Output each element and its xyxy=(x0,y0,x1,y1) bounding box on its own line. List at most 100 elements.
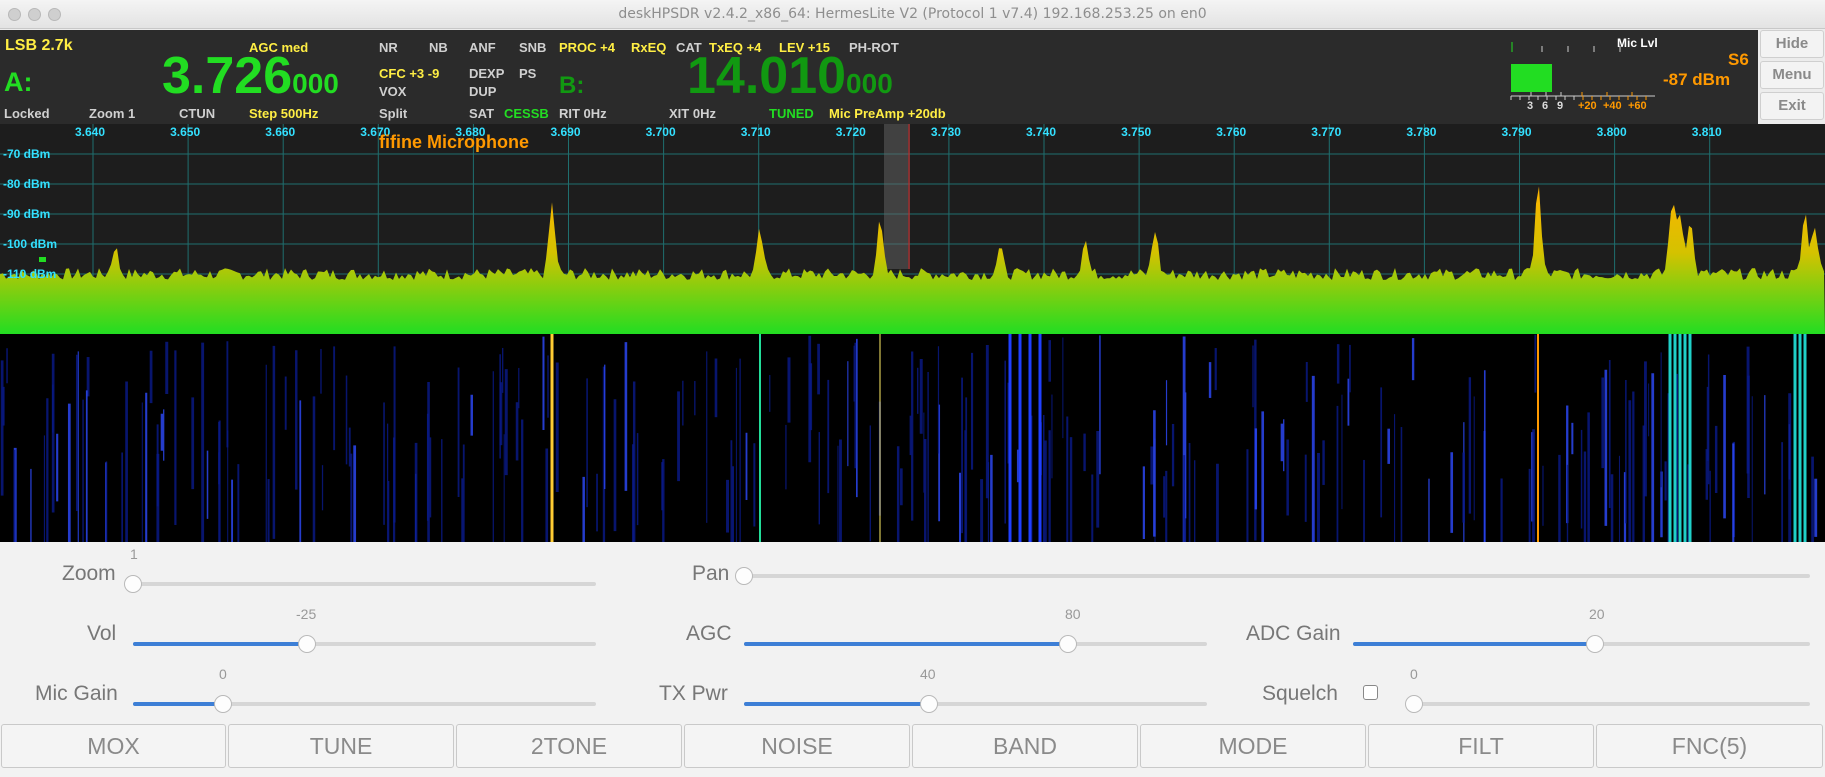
tx-power-slider-knob[interactable] xyxy=(920,695,939,713)
band-button[interactable]: BAND xyxy=(912,724,1138,768)
freq-tick-label: 3.760 xyxy=(1216,125,1246,139)
mic-source-label: fifine Microphone xyxy=(379,132,529,152)
meter-scale-label: 3 xyxy=(1527,100,1533,112)
agc-slider[interactable] xyxy=(744,635,1207,653)
tune-button[interactable]: TUNE xyxy=(228,724,454,768)
exit-button[interactable]: Exit xyxy=(1760,92,1824,120)
sat-status[interactable]: SAT xyxy=(469,106,494,122)
split-status[interactable]: Split xyxy=(379,106,407,122)
adc-gain-value: 20 xyxy=(1589,606,1605,622)
mic-gain-label: Mic Gain xyxy=(35,682,118,705)
rit-status[interactable]: RIT 0Hz xyxy=(559,106,607,122)
vfo-b-label: B: xyxy=(559,72,585,99)
tx-power-label: TX Pwr xyxy=(659,682,728,705)
rx-filter-passband xyxy=(884,124,910,269)
freq-tick-label: 3.700 xyxy=(646,125,676,139)
step-status[interactable]: Step 500Hz xyxy=(249,106,318,122)
nr-status[interactable]: NR xyxy=(379,40,398,56)
controls-panel: Zoom 1 Pan Vol -25 AGC 80 ADC Gain 20 Mi… xyxy=(0,542,1825,732)
freq-tick-label: 3.650 xyxy=(170,125,200,139)
dexp-status[interactable]: DEXP xyxy=(469,66,504,82)
adc-gain-label: ADC Gain xyxy=(1246,622,1341,645)
freq-tick-label: 3.790 xyxy=(1502,125,1532,139)
snb-status[interactable]: SNB xyxy=(519,40,546,56)
spectrum-trace xyxy=(0,186,1825,334)
squelch-value: 0 xyxy=(1410,666,1418,682)
noise-button[interactable]: NOISE xyxy=(684,724,910,768)
vox-status[interactable]: VOX xyxy=(379,84,406,100)
mic-gain-value: 0 xyxy=(219,666,227,682)
mox-button[interactable]: MOX xyxy=(1,724,226,768)
meter-scale-label: +40 xyxy=(1603,100,1622,112)
xit-status[interactable]: XIT 0Hz xyxy=(669,106,716,122)
freq-tick-label: 3.720 xyxy=(836,125,866,139)
db-tick-label: -70 dBm xyxy=(3,147,50,161)
vfo-b-frequency[interactable]: 14.010000 xyxy=(687,50,893,102)
pan-slider[interactable] xyxy=(735,567,1810,585)
squelch-slider-knob[interactable] xyxy=(1405,695,1423,713)
squelch-checkbox[interactable] xyxy=(1363,685,1378,700)
vol-label: Vol xyxy=(87,622,117,645)
freq-tick-label: 3.750 xyxy=(1121,125,1151,139)
adc-gain-slider[interactable] xyxy=(1353,635,1810,653)
pan-label: Pan xyxy=(692,562,730,585)
meter-level-bar xyxy=(1511,64,1552,92)
meter-scale-label: +20 xyxy=(1578,100,1597,112)
vfo-panel[interactable]: LSB 2.7k AGC med A: 3.726000 Locked Zoom… xyxy=(0,30,1758,124)
meter-scale-label: +60 xyxy=(1628,100,1647,112)
vfo-a-frequency[interactable]: 3.726000 xyxy=(162,50,339,102)
squelch-label: Squelch xyxy=(1262,682,1338,705)
squelch-slider[interactable] xyxy=(1405,695,1810,713)
dbm-readout: -87 dBm xyxy=(1663,70,1731,89)
mode-filter-label[interactable]: LSB 2.7k xyxy=(5,38,73,54)
cfc-status[interactable]: CFC +3 -9 xyxy=(379,66,439,82)
agc-slider-knob[interactable] xyxy=(1059,635,1078,653)
mic-gain-slider-knob[interactable] xyxy=(214,695,233,713)
zoom-slider-knob[interactable] xyxy=(124,575,142,593)
zoom-value: 1 xyxy=(130,546,138,562)
zoom-status[interactable]: Zoom 1 xyxy=(89,106,135,122)
zoom-slider[interactable] xyxy=(124,575,596,593)
pan-slider-knob[interactable] xyxy=(735,567,753,585)
db-tick-label: -80 dBm xyxy=(3,177,50,191)
noise-floor-marker xyxy=(39,257,46,262)
hide-button[interactable]: Hide xyxy=(1760,30,1824,58)
freq-tick-label: 3.690 xyxy=(551,125,581,139)
freq-tick-label: 3.800 xyxy=(1597,125,1627,139)
mic-gain-slider[interactable] xyxy=(133,695,596,713)
tx-power-value: 40 xyxy=(920,666,936,682)
freq-tick-label: 3.770 xyxy=(1311,125,1341,139)
agc-value: 80 xyxy=(1065,606,1081,622)
rxeq-status[interactable]: RxEQ xyxy=(631,40,666,56)
mode-button[interactable]: MODE xyxy=(1140,724,1366,768)
adc-gain-slider-knob[interactable] xyxy=(1586,635,1605,653)
cessb-status[interactable]: CESSB xyxy=(504,106,549,122)
waterfall-display[interactable] xyxy=(0,334,1825,542)
fnc-button[interactable]: FNC(5) xyxy=(1596,724,1823,768)
tx-power-slider[interactable] xyxy=(744,695,1207,713)
anf-status[interactable]: ANF xyxy=(469,40,496,56)
db-tick-label: -90 dBm xyxy=(3,207,50,221)
meter-label: Mic Lvl xyxy=(1617,36,1658,50)
two-tone-button[interactable]: 2TONE xyxy=(456,724,682,768)
dup-status[interactable]: DUP xyxy=(469,84,496,100)
freq-tick-label: 3.740 xyxy=(1026,125,1056,139)
vol-slider[interactable] xyxy=(133,635,596,653)
ctun-status[interactable]: CTUN xyxy=(179,106,215,122)
proc-status[interactable]: PROC +4 xyxy=(559,40,615,56)
nb-status[interactable]: NB xyxy=(429,40,448,56)
freq-tick-label: 3.730 xyxy=(931,125,961,139)
s-meter-value: S6 xyxy=(1728,50,1749,69)
locked-status[interactable]: Locked xyxy=(4,106,50,122)
vfo-a-label: A: xyxy=(4,67,33,97)
menu-button[interactable]: Menu xyxy=(1760,61,1824,89)
ps-status[interactable]: PS xyxy=(519,66,536,82)
filter-button[interactable]: FILT xyxy=(1368,724,1594,768)
meter-scale-label: 6 xyxy=(1542,100,1548,112)
vol-slider-knob[interactable] xyxy=(297,635,316,653)
freq-tick-label: 3.780 xyxy=(1406,125,1436,139)
db-tick-label: -110 dBm xyxy=(3,267,56,281)
tuned-status[interactable]: TUNED xyxy=(769,106,814,122)
mic-preamp-status[interactable]: Mic PreAmp +20db xyxy=(829,106,946,122)
spectrum-panadapter[interactable]: 3.640 3.650 3.660 3.670 3.680 3.690 3.700 3.710… xyxy=(0,124,1825,334)
